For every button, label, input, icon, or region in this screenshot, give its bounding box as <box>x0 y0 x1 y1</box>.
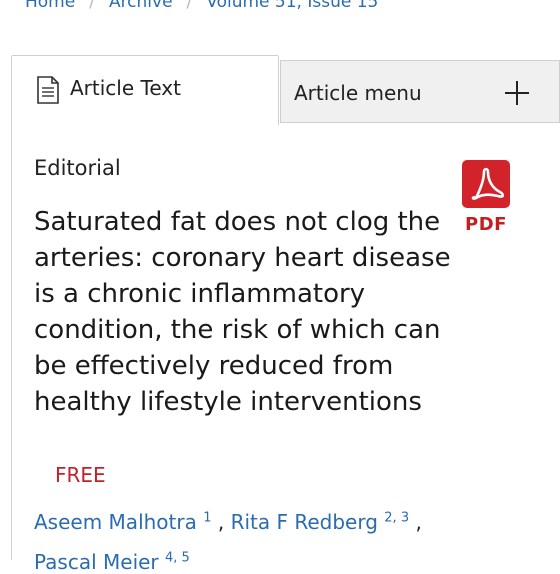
breadcrumb-separator: / <box>186 0 193 12</box>
tab-article-text[interactable]: Article Text <box>11 55 279 125</box>
article-section-label: Editorial <box>34 156 121 180</box>
author-link[interactable]: Aseem Malhotra <box>34 510 197 534</box>
breadcrumb-archive[interactable]: Archive <box>109 0 173 12</box>
breadcrumb: Home / Archive / Volume 51, Issue 15 <box>25 0 378 14</box>
pdf-label: PDF <box>465 214 507 235</box>
tab-article-text-label: Article Text <box>70 76 181 100</box>
tab-article-menu[interactable]: Article menu <box>280 60 560 123</box>
breadcrumb-issue[interactable]: Volume 51, Issue 15 <box>206 0 378 12</box>
tab-article-menu-label: Article menu <box>294 81 422 105</box>
breadcrumb-home[interactable]: Home <box>25 0 75 12</box>
author-link[interactable]: Pascal Meier <box>34 550 159 574</box>
plus-icon[interactable] <box>503 79 531 111</box>
pdf-download-link[interactable]: PDF <box>461 160 511 235</box>
pdf-icon <box>462 160 510 212</box>
breadcrumb-separator: / <box>89 0 95 12</box>
author-affiliation[interactable]: 1 <box>203 510 211 525</box>
author-list: Aseem Malhotra 1 , Rita F Redberg 2, 3 , <box>34 510 422 534</box>
document-icon <box>36 76 60 108</box>
free-access-badge: FREE <box>55 463 106 487</box>
author-affiliation[interactable]: 2, 3 <box>384 510 409 525</box>
author-affiliation[interactable]: 4, 5 <box>165 550 190 565</box>
article-title: Saturated fat does not clog the arteries… <box>34 207 451 417</box>
author-list-line-2: Pascal Meier 4, 5 <box>34 550 190 574</box>
author-link[interactable]: Rita F Redberg <box>231 510 378 534</box>
